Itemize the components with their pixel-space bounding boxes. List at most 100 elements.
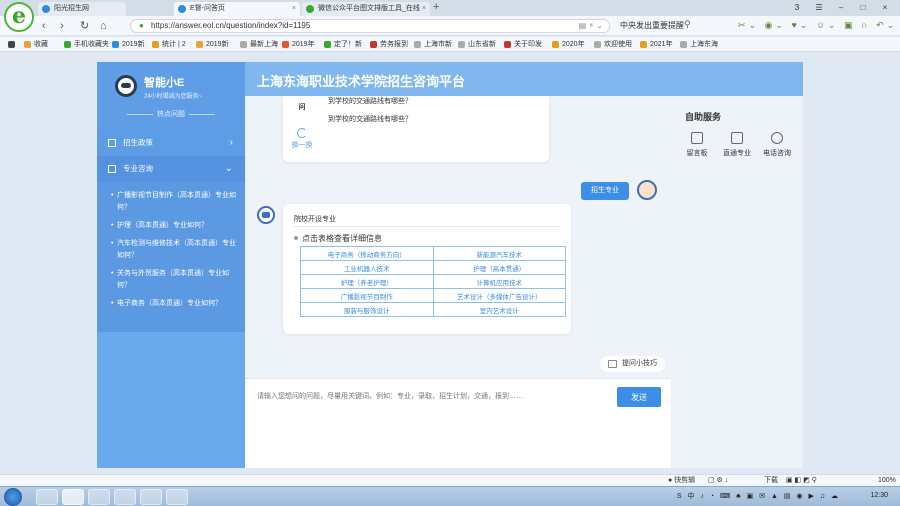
home-icon[interactable]: ⌂ bbox=[100, 19, 107, 33]
menu-icon[interactable]: ☰ bbox=[812, 2, 826, 14]
bookmark-item[interactable]: 劳务报到 bbox=[370, 37, 408, 51]
user-avatar bbox=[637, 180, 657, 200]
send-button[interactable]: 发送 bbox=[617, 387, 661, 407]
taskbar-ie-icon[interactable] bbox=[36, 489, 58, 505]
page-header: 上海东海职业技术学院招生咨询平台 bbox=[245, 62, 803, 96]
bot-subtitle: 24小时竭诚为您服务~ bbox=[144, 94, 203, 100]
question-input[interactable] bbox=[257, 389, 597, 403]
bookmark-item[interactable]: 山东省新 bbox=[458, 37, 496, 51]
tab-yangguang[interactable]: 阳光招生网 bbox=[38, 2, 126, 16]
reload-icon[interactable]: ↻ bbox=[80, 19, 89, 33]
book-icon bbox=[731, 132, 743, 144]
major-cell[interactable]: 新能源汽车技术 bbox=[432, 246, 566, 261]
bot-name: 智能小E bbox=[144, 77, 185, 89]
rp-label: 直通专业 bbox=[723, 150, 751, 157]
search-icon[interactable]: ⚲ bbox=[684, 19, 691, 30]
system-tray[interactable]: S 中 ♪ ◔ ⌨ ♣ ▣ ✉ ▲ ▤ ◉ ▶ ♫ ☁ bbox=[677, 491, 840, 501]
tab-label: 阳光招生网 bbox=[54, 5, 89, 12]
hot-questions-title: 热点问题 bbox=[97, 109, 245, 119]
bookmark-item[interactable]: 最新上海 bbox=[240, 37, 278, 51]
major-cell[interactable]: 服装与服饰设计 bbox=[300, 302, 434, 317]
bookmark-item[interactable]: 2021年 bbox=[640, 37, 673, 51]
browser-tab-bar: e 阳光招生网 E督-问答页 × 微信公众平台图文排版工具_在线 × + 3 ☰… bbox=[0, 0, 900, 32]
bookmark-item[interactable]: 2019新 bbox=[196, 37, 229, 51]
hot-question-link[interactable]: 广播影视节目制作（高本贯通）专业如何？ bbox=[111, 190, 237, 214]
taskbar-app-icon[interactable] bbox=[140, 489, 162, 505]
suggested-question-link[interactable]: 到学校的交通路线有哪些？ bbox=[328, 114, 412, 124]
policy-icon bbox=[108, 139, 116, 147]
status-tools-icons[interactable]: ▣ ◧ ◩ ⚲ bbox=[786, 475, 817, 486]
major-cell[interactable]: 护理（高本贯通） bbox=[432, 260, 566, 275]
new-tab-icon[interactable]: + bbox=[433, 1, 439, 13]
message-board-button[interactable]: 留言板 bbox=[677, 132, 717, 158]
table-row: 广播影视节目制作 艺术设计（多媒体广告设计） bbox=[300, 288, 566, 303]
status-icons[interactable]: ▢ ⚙ ↓ bbox=[708, 475, 728, 486]
taskbar-chrome-icon[interactable] bbox=[88, 489, 110, 505]
back-icon[interactable]: ‹ bbox=[42, 19, 46, 33]
bookmark-item[interactable]: 2019年 bbox=[282, 37, 315, 51]
close-window-icon[interactable]: × bbox=[878, 2, 892, 14]
taskbar-browser-icon[interactable] bbox=[62, 489, 84, 505]
bookmark-item[interactable]: 2020年 bbox=[552, 37, 585, 51]
divider bbox=[294, 226, 560, 227]
maximize-icon[interactable]: □ bbox=[856, 2, 870, 14]
bookmark-item[interactable]: 欢迎使用 bbox=[594, 37, 632, 51]
favicon-icon bbox=[640, 41, 647, 48]
bookmarks-bar: 收藏 手机收藏夹 2019新 统计 | 2 2019新 最新上海 2019年 定… bbox=[0, 37, 900, 52]
refresh-icon[interactable] bbox=[297, 128, 307, 138]
major-cell[interactable]: 护理（养老护理） bbox=[300, 274, 434, 289]
tab-close-icon[interactable]: × bbox=[422, 2, 426, 16]
phone-consult-button[interactable]: 电话咨询 bbox=[757, 132, 797, 158]
hot-question-link[interactable]: 电子商务（高本贯通）专业如何？ bbox=[111, 298, 237, 310]
bookmark-item[interactable]: 上海市新 bbox=[414, 37, 452, 51]
tab-favicon-icon bbox=[178, 5, 186, 13]
table-row: 服装与服饰设计 室内艺术设计 bbox=[300, 302, 566, 317]
tab-count-icon[interactable]: 3 bbox=[790, 2, 804, 14]
bookmark-item[interactable]: 手机收藏夹 bbox=[64, 37, 109, 51]
bookmark-item[interactable]: 统计 | 2 bbox=[152, 37, 186, 51]
suggested-question-link[interactable]: 到学校的交通路线有哪些？ bbox=[328, 96, 412, 106]
hot-question-list: 广播影视节目制作（高本贯通）专业如何？ 护理（高本贯通）专业如何？ 汽车检测与维… bbox=[97, 182, 245, 332]
major-cell[interactable]: 计算机应用技术 bbox=[432, 274, 566, 289]
zoom-level[interactable]: 100% bbox=[878, 475, 896, 486]
toolbar-icons[interactable]: ✂⌄ ◉⌄ ♥⌄ ☺⌄ ▣ ∩ ↶⌄ ≡ bbox=[738, 20, 900, 31]
forward-icon[interactable]: › bbox=[60, 19, 64, 33]
tab-close-icon[interactable]: × bbox=[292, 2, 296, 16]
quick-edit-button[interactable]: ● 快剪辑 bbox=[668, 475, 695, 486]
major-cell[interactable]: 艺术设计（多媒体广告设计） bbox=[432, 288, 566, 303]
sidebar-item-major-consult[interactable]: 专业咨询 ⌄ bbox=[97, 156, 245, 182]
hot-question-link[interactable]: 护理（高本贯通）专业如何？ bbox=[111, 220, 237, 232]
tab-answer-page[interactable]: E督-问答页 × bbox=[174, 2, 300, 16]
clock[interactable]: 12:30 bbox=[870, 492, 888, 499]
sidebar-item-admission-policy[interactable]: 招生政策 › bbox=[97, 130, 245, 156]
sidebar-item-label: 专业咨询 bbox=[123, 164, 153, 173]
bookmark-item[interactable]: 收藏 bbox=[24, 37, 48, 51]
rp-label: 留言板 bbox=[686, 150, 708, 157]
url-tools-icon[interactable]: ▤ ⚡ ⌄ bbox=[579, 20, 603, 32]
taskbar-wechat-icon[interactable] bbox=[166, 489, 188, 505]
download-button[interactable]: 下载 bbox=[764, 475, 778, 486]
bookmark-item[interactable]: 定了！新 bbox=[324, 37, 362, 51]
minimize-icon[interactable]: – bbox=[834, 2, 848, 14]
bookmark-item[interactable]: 关于印发 bbox=[504, 37, 542, 51]
tab-wechat-editor[interactable]: 微信公众平台图文排版工具_在线 × bbox=[302, 2, 430, 16]
bookmark-item[interactable]: 2019新 bbox=[112, 37, 145, 51]
lock-icon: ● bbox=[139, 21, 144, 30]
taskbar-explorer-icon[interactable] bbox=[114, 489, 136, 505]
hot-question-link[interactable]: 汽车检测与维修技术（高本贯通）专业如何？ bbox=[111, 238, 237, 262]
url-field[interactable]: ● https://answer.eol.cn/question/index?i… bbox=[130, 19, 610, 33]
major-cell[interactable]: 工业机器人技术 bbox=[300, 260, 434, 275]
browser-logo-icon[interactable]: e bbox=[4, 2, 34, 32]
url-text: https://answer.eol.cn/question/index?id=… bbox=[151, 21, 311, 30]
major-cell[interactable]: 电子商务（移动商务方向） bbox=[300, 246, 434, 261]
start-button[interactable] bbox=[4, 488, 22, 506]
major-cell[interactable]: 室内艺术设计 bbox=[432, 302, 566, 317]
major-cell[interactable]: 广播影视节目制作 bbox=[300, 288, 434, 303]
question-tips-button[interactable]: 提问小技巧 bbox=[600, 356, 665, 372]
direct-major-button[interactable]: 直通专业 bbox=[717, 132, 757, 158]
bookmark-item[interactable]: 上海东海 bbox=[680, 37, 718, 51]
windows-taskbar: S 中 ♪ ◔ ⌨ ♣ ▣ ✉ ▲ ▤ ◉ ▶ ♫ ☁ 12:30 bbox=[0, 486, 900, 506]
browser-status-bar: ● 快剪辑 ▢ ⚙ ↓ 下载 ▣ ◧ ◩ ⚲ 100% bbox=[0, 474, 900, 486]
hot-question-link[interactable]: 关务与外贸服务（高本贯通）专业如何？ bbox=[111, 268, 237, 292]
refresh-button[interactable]: 换一换 bbox=[283, 140, 321, 150]
